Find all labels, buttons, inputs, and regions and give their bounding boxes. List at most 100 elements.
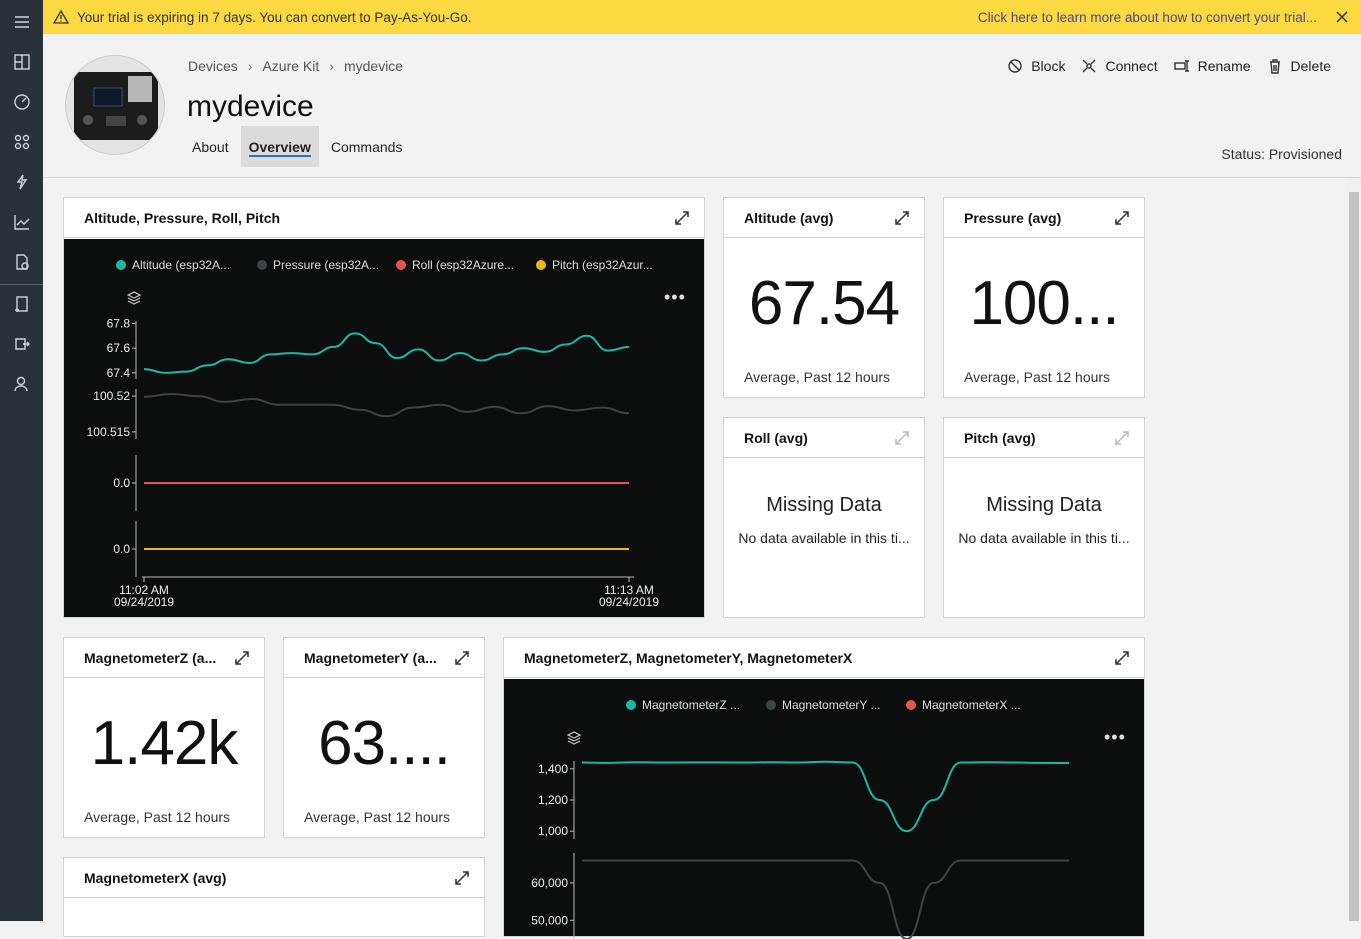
missing-data-title: Missing Data xyxy=(986,494,1102,516)
convert-trial-link[interactable]: Click here to learn more about how to co… xyxy=(978,10,1317,25)
x-tick-label: 09/24/2019 xyxy=(599,595,659,609)
y-tick-label: 67.6 xyxy=(107,341,131,355)
y-tick-label: 1,400 xyxy=(538,762,568,776)
block-label: Block xyxy=(1031,58,1066,74)
chart-card-altitude-pressure: Altitude, Pressure, Roll, Pitch Altitude… xyxy=(63,197,705,618)
breadcrumb: Devices › Azure Kit › mydevice xyxy=(188,58,403,74)
gauge-icon[interactable] xyxy=(0,84,43,120)
expand-icon[interactable] xyxy=(454,870,470,886)
expand-icon[interactable] xyxy=(674,210,690,226)
tab-commands[interactable]: Commands xyxy=(327,126,407,167)
device-avatar xyxy=(65,55,165,155)
expand-icon[interactable] xyxy=(454,650,470,666)
expand-icon xyxy=(894,430,910,446)
y-tick-label: 1,200 xyxy=(538,793,568,807)
device-status: Status: Provisioned xyxy=(1221,146,1342,162)
series-line-2 xyxy=(143,392,630,418)
scrollbar-thumb[interactable] xyxy=(1349,192,1359,921)
expand-icon xyxy=(1114,430,1130,446)
data-export-icon[interactable] xyxy=(0,326,43,362)
device-header: Devices › Azure Kit › mydevice mydevice … xyxy=(43,34,1361,178)
chevron-right-icon: › xyxy=(247,58,253,74)
tile-subtitle: Average, Past 12 hours xyxy=(964,369,1111,385)
y-tick-label: 60,000 xyxy=(531,876,568,890)
rename-label: Rename xyxy=(1197,58,1251,74)
connect-button[interactable]: Connect xyxy=(1081,58,1158,74)
delete-button[interactable]: Delete xyxy=(1267,58,1331,74)
device-actions: Block Connect Rename Delete xyxy=(1007,58,1331,74)
y-tick-label: 100.52 xyxy=(93,389,130,403)
connect-label: Connect xyxy=(1105,58,1158,74)
tile-roll-avg: Roll (avg) Missing Data No data availabl… xyxy=(723,417,925,618)
jobs-icon[interactable] xyxy=(0,244,43,280)
analytics-icon[interactable] xyxy=(0,204,43,240)
tile-magnetometery-avg: MagnetometerY (a... 63.... Average, Past… xyxy=(283,637,485,838)
trial-message: Your trial is expiring in 7 days. You ca… xyxy=(77,9,472,25)
left-nav-rail xyxy=(0,0,43,921)
y-tick-label: 67.8 xyxy=(107,316,131,330)
missing-data-message: No data available in this ti... xyxy=(738,530,910,546)
tile-value: 63.... xyxy=(318,709,451,778)
expand-icon[interactable] xyxy=(234,650,250,666)
chevron-right-icon: › xyxy=(329,58,334,74)
y-tick-label: 0.0 xyxy=(113,476,130,490)
chart-card-magnetometer: MagnetometerZ, MagnetometerY, Magnetomet… xyxy=(503,637,1145,939)
device-templates-icon[interactable] xyxy=(0,286,43,322)
tile-subtitle: Average, Past 12 hours xyxy=(744,369,891,385)
tile-magnetometerz-avg: MagnetometerZ (a... 1.42k Average, Past … xyxy=(63,637,265,838)
rename-button[interactable]: Rename xyxy=(1173,58,1251,74)
y-tick-label: 50,000 xyxy=(531,913,568,927)
tile-subtitle: Average, Past 12 hours xyxy=(84,809,231,825)
tile-value: 1.42k xyxy=(90,709,239,778)
trial-banner: Your trial is expiring in 7 days. You ca… xyxy=(43,0,1361,34)
expand-icon[interactable] xyxy=(1114,650,1130,666)
tile-magnetometerx-avg: MagnetometerX (avg) xyxy=(63,857,485,937)
tile-value: 67.54 xyxy=(748,269,900,338)
tile-pressure-avg: Pressure (avg) 100... Average, Past 12 h… xyxy=(943,197,1145,398)
administration-icon[interactable] xyxy=(0,366,43,402)
chart-area: Altitude (esp32A... Pressure (esp32A... … xyxy=(64,239,704,617)
tile-altitude-avg: Altitude (avg) 67.54 Average, Past 12 ho… xyxy=(723,197,925,398)
x-tick-label: 09/24/2019 xyxy=(114,595,174,609)
tile-title: MagnetometerX (avg) xyxy=(64,858,484,898)
close-icon[interactable] xyxy=(1333,8,1351,26)
chart-area: MagnetometerZ ... MagnetometerY ... Magn… xyxy=(504,679,1144,939)
warning-icon xyxy=(53,9,69,24)
block-button[interactable]: Block xyxy=(1007,58,1065,74)
rules-icon[interactable] xyxy=(0,164,43,200)
rename-icon xyxy=(1173,60,1189,72)
breadcrumb-azure-kit[interactable]: Azure Kit xyxy=(262,58,319,74)
missing-data-message: No data available in this ti... xyxy=(958,530,1130,546)
nav-divider xyxy=(0,284,43,285)
page-title: mydevice xyxy=(187,90,314,123)
device-tabs: About Overview Commands xyxy=(188,126,414,167)
y-tick-label: 100.515 xyxy=(87,425,131,439)
delete-label: Delete xyxy=(1290,58,1331,74)
missing-data-title: Missing Data xyxy=(766,494,882,516)
chart2-plot: 1,400 1,200 1,000 60,000 50,000 xyxy=(531,760,1070,939)
chart-title: Altitude, Pressure, Roll, Pitch xyxy=(64,198,704,238)
connect-icon xyxy=(1082,59,1096,73)
page-scrollbar[interactable] xyxy=(1347,178,1361,921)
dashboard-icon[interactable] xyxy=(0,44,43,80)
expand-icon[interactable] xyxy=(894,210,910,226)
tile-pitch-avg: Pitch (avg) Missing Data No data availab… xyxy=(943,417,1145,618)
chart-title: MagnetometerZ, MagnetometerY, Magnetomet… xyxy=(504,638,1144,678)
trash-icon xyxy=(1269,59,1280,74)
series-line-2 xyxy=(581,859,1069,939)
expand-icon[interactable] xyxy=(1114,210,1130,226)
apps-icon[interactable] xyxy=(0,124,43,160)
tab-about[interactable]: About xyxy=(188,126,233,167)
y-tick-label: 1,000 xyxy=(538,824,568,838)
series-line-1 xyxy=(581,760,1070,833)
y-tick-label: 0.0 xyxy=(113,542,130,556)
tab-overview[interactable]: Overview xyxy=(240,126,319,167)
tile-value: 100... xyxy=(969,269,1119,338)
tile-subtitle: Average, Past 12 hours xyxy=(304,809,451,825)
chart1-plot: 67.867.667.4100.52100.5150.00.011:02 AM0… xyxy=(87,316,660,609)
breadcrumb-current-device: mydevice xyxy=(343,58,404,74)
block-icon xyxy=(1008,59,1022,73)
hamburger-menu-icon[interactable] xyxy=(0,4,43,40)
y-tick-label: 67.4 xyxy=(107,366,131,380)
breadcrumb-devices[interactable]: Devices xyxy=(188,58,238,74)
